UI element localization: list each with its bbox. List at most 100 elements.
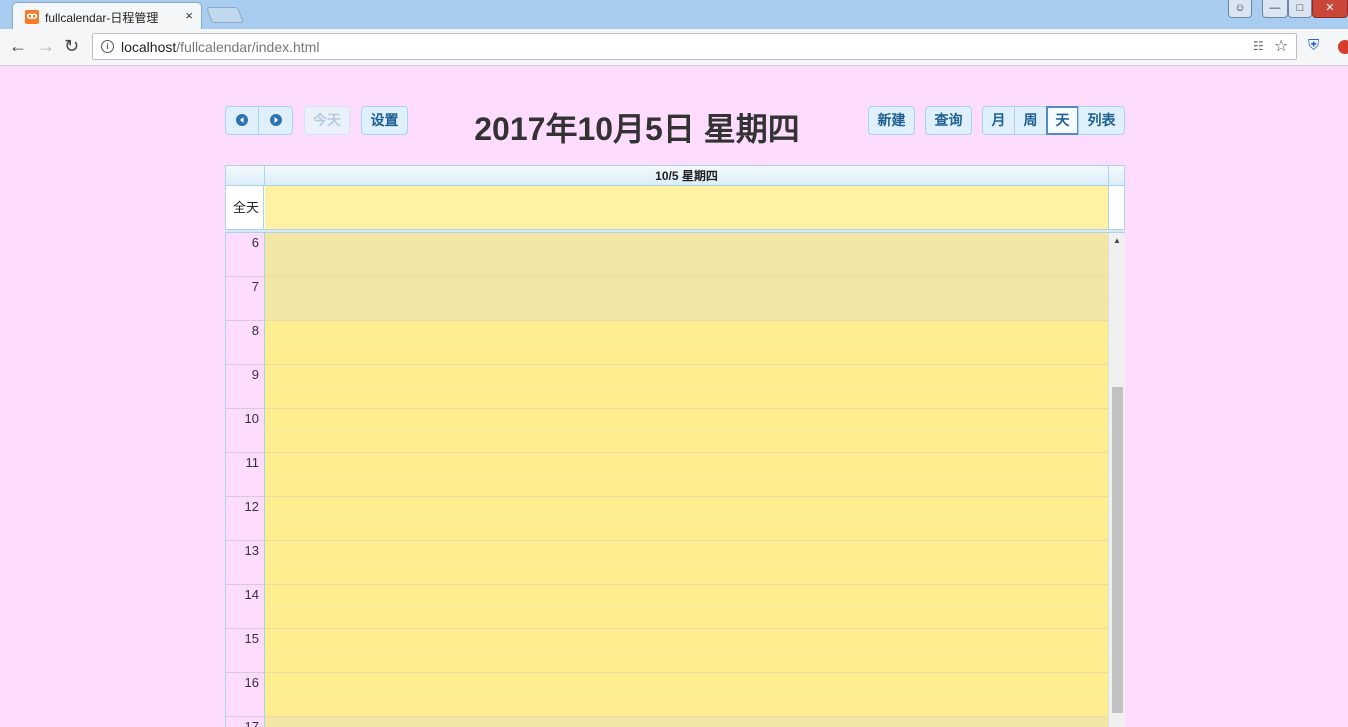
close-window-button[interactable]: ✕ — [1312, 0, 1348, 18]
time-slot[interactable] — [265, 607, 1108, 629]
scroll-up-arrow-icon[interactable]: ▲ — [1109, 235, 1125, 247]
hour-label: 8 — [251, 323, 259, 338]
calendar-title: 2017年10月5日 星期四 — [474, 111, 800, 147]
extension-red-icon[interactable] — [1338, 40, 1348, 54]
time-slot[interactable] — [265, 431, 1108, 453]
extension-shield-icon[interactable]: ⛨ — [1308, 37, 1319, 54]
hour-row-13 — [265, 541, 1108, 585]
allday-label: 全天 — [226, 186, 264, 229]
chevron-left-icon — [236, 114, 248, 127]
time-slot[interactable] — [265, 343, 1108, 365]
time-slot[interactable] — [265, 563, 1108, 585]
info-icon[interactable]: i — [101, 40, 114, 53]
time-slot[interactable] — [265, 629, 1108, 651]
axis-hour-line — [226, 408, 264, 409]
tab-close-icon[interactable]: × — [185, 8, 193, 23]
time-slot[interactable] — [265, 255, 1108, 277]
time-slot[interactable] — [265, 585, 1108, 607]
translate-icon[interactable]: ☷ — [1253, 39, 1264, 53]
day-column-header[interactable]: 10/5 星期四 — [265, 166, 1109, 185]
hour-label: 16 — [244, 675, 259, 690]
hour-row-17 — [265, 717, 1108, 727]
time-slot[interactable] — [265, 277, 1108, 299]
hour-label: 17 — [244, 719, 259, 727]
new-tab-button[interactable] — [206, 7, 244, 23]
day-slots — [265, 233, 1108, 727]
url-input[interactable]: i localhost/fullcalendar/index.html ☷ ☆ — [92, 33, 1297, 60]
hour-label: 14 — [244, 587, 259, 602]
week-view-button[interactable]: 周 — [1014, 106, 1047, 135]
forward-arrow-icon[interactable]: → — [37, 36, 55, 56]
time-slot[interactable] — [265, 453, 1108, 475]
allday-slot[interactable] — [265, 186, 1109, 229]
header-axis-cell — [226, 166, 265, 185]
hour-label: 11 — [245, 455, 260, 470]
time-slot[interactable] — [265, 651, 1108, 673]
calendar-day-view: 10/5 星期四 全天 6 7 8 9 10 11 12 13 14 15 16 17 ▲ — [225, 165, 1125, 727]
time-grid: 6 7 8 9 10 11 12 13 14 15 16 17 ▲ — [225, 233, 1125, 727]
day-view-button[interactable]: 天 — [1046, 106, 1079, 135]
reload-icon[interactable]: ↻ — [64, 36, 79, 56]
hour-row-11 — [265, 453, 1108, 497]
time-grid-scrollbar[interactable]: ▲ — [1108, 233, 1125, 727]
time-slot[interactable] — [265, 387, 1108, 409]
new-event-button[interactable]: 新建 — [868, 106, 915, 135]
xampp-favicon-icon: ꝏ — [25, 10, 39, 24]
hour-label: 12 — [244, 499, 259, 514]
hour-label: 9 — [251, 367, 259, 382]
settings-button[interactable]: 设置 — [361, 106, 408, 135]
list-view-button[interactable]: 列表 — [1078, 106, 1125, 135]
hour-row-15 — [265, 629, 1108, 673]
time-slot[interactable] — [265, 673, 1108, 695]
next-button[interactable] — [258, 106, 293, 135]
minimize-button[interactable]: — — [1262, 0, 1288, 18]
address-bar: ← → ↻ i localhost/fullcalendar/index.htm… — [0, 29, 1348, 66]
time-axis: 6 7 8 9 10 11 12 13 14 15 16 17 — [226, 233, 265, 727]
axis-hour-line — [226, 276, 264, 277]
bookmark-star-icon[interactable]: ☆ — [1274, 36, 1288, 56]
time-slot[interactable] — [265, 541, 1108, 563]
maximize-button[interactable]: □ — [1288, 0, 1312, 18]
time-slot[interactable] — [265, 321, 1108, 343]
hour-row-8 — [265, 321, 1108, 365]
axis-hour-line — [226, 452, 264, 453]
allday-row: 全天 — [225, 186, 1125, 230]
time-slot[interactable] — [265, 409, 1108, 431]
tab-title: fullcalendar-日程管理 — [45, 11, 159, 25]
axis-hour-line — [226, 672, 264, 673]
axis-hour-line — [226, 628, 264, 629]
time-slot[interactable] — [265, 717, 1108, 727]
time-slot[interactable] — [265, 365, 1108, 387]
back-arrow-icon[interactable]: ← — [9, 36, 27, 56]
hour-row-10 — [265, 409, 1108, 453]
profile-icon[interactable]: ☺ — [1228, 0, 1252, 18]
axis-hour-line — [226, 320, 264, 321]
today-button[interactable]: 今天 — [304, 106, 350, 135]
hour-label: 15 — [244, 631, 259, 646]
query-button[interactable]: 查询 — [925, 106, 972, 135]
url-text: localhost/fullcalendar/index.html — [121, 39, 320, 55]
time-slot[interactable] — [265, 299, 1108, 321]
scroll-thumb[interactable] — [1112, 387, 1123, 713]
month-view-button[interactable]: 月 — [982, 106, 1015, 135]
time-slot[interactable] — [265, 475, 1108, 497]
browser-tab-strip: ꝏ fullcalendar-日程管理 × ☺ — □ ✕ — [0, 0, 1348, 30]
browser-tab-active[interactable]: ꝏ fullcalendar-日程管理 × — [12, 2, 202, 30]
hour-row-9 — [265, 365, 1108, 409]
time-slot[interactable] — [265, 695, 1108, 717]
time-slot[interactable] — [265, 519, 1108, 541]
hour-row-16 — [265, 673, 1108, 717]
axis-hour-line — [226, 584, 264, 585]
hour-row-6 — [265, 233, 1108, 277]
day-header-row: 10/5 星期四 — [225, 165, 1125, 186]
hour-label: 10 — [244, 411, 259, 426]
axis-hour-line — [226, 496, 264, 497]
hour-row-12 — [265, 497, 1108, 541]
hour-row-7 — [265, 277, 1108, 321]
time-slot[interactable] — [265, 497, 1108, 519]
prev-button[interactable] — [225, 106, 259, 135]
axis-hour-line — [226, 364, 264, 365]
axis-hour-line — [226, 540, 264, 541]
axis-hour-line — [226, 716, 264, 717]
time-slot[interactable] — [265, 233, 1108, 255]
